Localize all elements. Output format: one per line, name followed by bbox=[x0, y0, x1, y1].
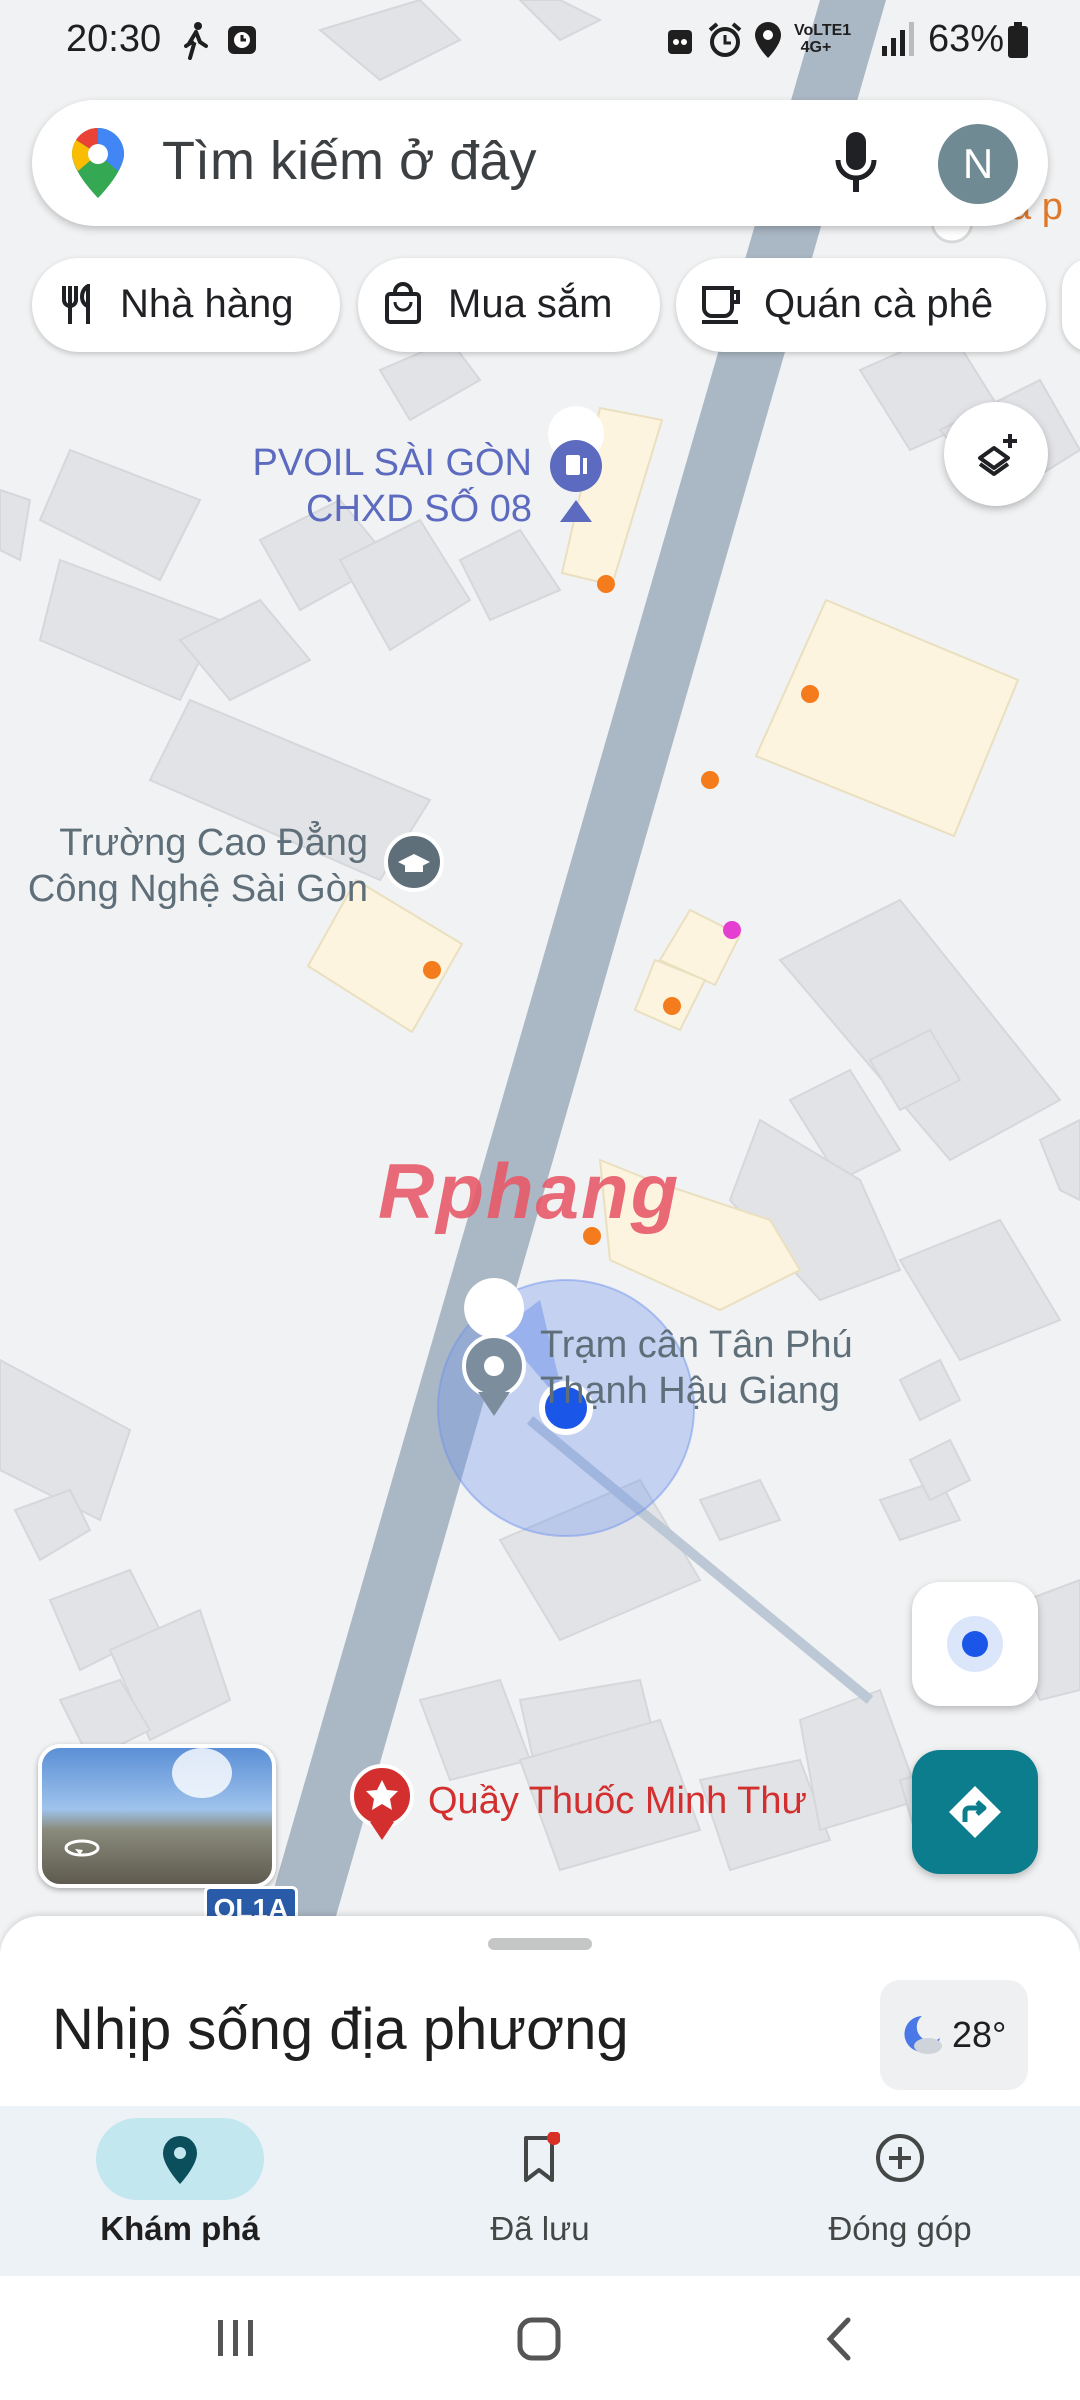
bottom-sheet[interactable]: Nhịp sống địa phương 28° bbox=[0, 1916, 1080, 2116]
add-circle-icon bbox=[876, 2134, 924, 2182]
temperature: 28° bbox=[952, 2014, 1007, 2055]
walking-icon bbox=[184, 22, 208, 60]
chip-shopping[interactable]: Mua sắm bbox=[358, 258, 660, 352]
microphone-icon[interactable] bbox=[832, 130, 880, 196]
chip-restaurants[interactable]: Nhà hàng bbox=[32, 258, 340, 352]
my-location-icon bbox=[947, 1616, 1003, 1672]
nav-item-saved[interactable]: Đã lưu bbox=[410, 2106, 670, 2276]
nav-label: Đã lưu bbox=[490, 2210, 590, 2247]
sheet-drag-handle[interactable] bbox=[488, 1938, 592, 1950]
layers-icon bbox=[978, 434, 1017, 476]
home-icon[interactable] bbox=[516, 2316, 562, 2362]
directions-button[interactable] bbox=[912, 1750, 1038, 1874]
location-status-icon bbox=[755, 22, 781, 58]
alarm-app-icon bbox=[228, 26, 256, 54]
bookmark-icon bbox=[524, 2132, 560, 2182]
rotate-360-icon bbox=[64, 1839, 100, 1857]
battery-icon bbox=[1008, 22, 1028, 58]
back-icon[interactable] bbox=[822, 2316, 858, 2362]
signal-icon bbox=[882, 22, 914, 56]
street-view-thumbnail[interactable] bbox=[38, 1744, 276, 1888]
shopping-bag-icon bbox=[385, 282, 421, 324]
bottom-navigation: Khám phá Đã lưu Đóng góp bbox=[0, 2106, 1080, 2276]
status-bar: 20:30 VoLTE1 4G+ 63% bbox=[0, 0, 1080, 80]
system-navigation-bar bbox=[0, 2276, 1080, 2400]
place-label-weigh-station[interactable]: Trạm cân Tân Phú Thạnh Hậu Giang bbox=[540, 1322, 870, 1414]
nav-label: Khám phá bbox=[100, 2210, 260, 2247]
alarm-icon bbox=[708, 22, 742, 57]
chip-label: Nhà hàng bbox=[120, 282, 294, 326]
place-label-pvoil[interactable]: PVOIL SÀI GÒN CHXD SỐ 08 bbox=[200, 440, 532, 532]
battery-percent: 63% bbox=[928, 18, 1005, 60]
chip-label: Mua sắm bbox=[448, 282, 613, 326]
my-location-button[interactable] bbox=[912, 1582, 1038, 1706]
restaurant-icon bbox=[62, 284, 90, 324]
school-icon bbox=[384, 832, 444, 892]
moon-cloud-icon bbox=[904, 2016, 942, 2054]
maps-logo-icon bbox=[71, 127, 124, 198]
sun-glare bbox=[172, 1748, 232, 1798]
search-placeholder[interactable]: Tìm kiếm ở đây bbox=[162, 130, 536, 192]
network-type: VoLTE1 4G+ bbox=[794, 22, 852, 56]
layers-button[interactable] bbox=[944, 402, 1048, 506]
place-label-school[interactable]: Trường Cao Đẳng Công Nghệ Sài Gòn bbox=[10, 820, 368, 912]
nav-item-contribute[interactable]: Đóng góp bbox=[770, 2106, 1030, 2276]
coffee-icon bbox=[702, 286, 740, 324]
status-time: 20:30 bbox=[66, 18, 162, 60]
search-bar[interactable]: Tìm kiếm ở đây bbox=[32, 100, 1048, 226]
weather-chip[interactable]: 28° bbox=[880, 1980, 1028, 2090]
account-avatar[interactable]: N bbox=[938, 124, 1018, 204]
directions-icon bbox=[949, 1786, 1001, 1838]
chip-label: Quán cà phê bbox=[764, 282, 994, 326]
chip-coffee[interactable]: Quán cà phê bbox=[676, 258, 1046, 352]
nav-item-explore[interactable]: Khám phá bbox=[50, 2106, 310, 2276]
android-app-icon bbox=[668, 30, 692, 54]
watermark: Rphang bbox=[378, 1147, 681, 1235]
explore-pin-icon bbox=[163, 2136, 197, 2184]
nav-label: Đóng góp bbox=[828, 2210, 972, 2247]
recent-apps-icon[interactable] bbox=[214, 2318, 258, 2358]
sheet-title: Nhịp sống địa phương bbox=[52, 1997, 629, 2062]
place-label-pharmacy[interactable]: Quầy Thuốc Minh Thư bbox=[428, 1778, 848, 1824]
